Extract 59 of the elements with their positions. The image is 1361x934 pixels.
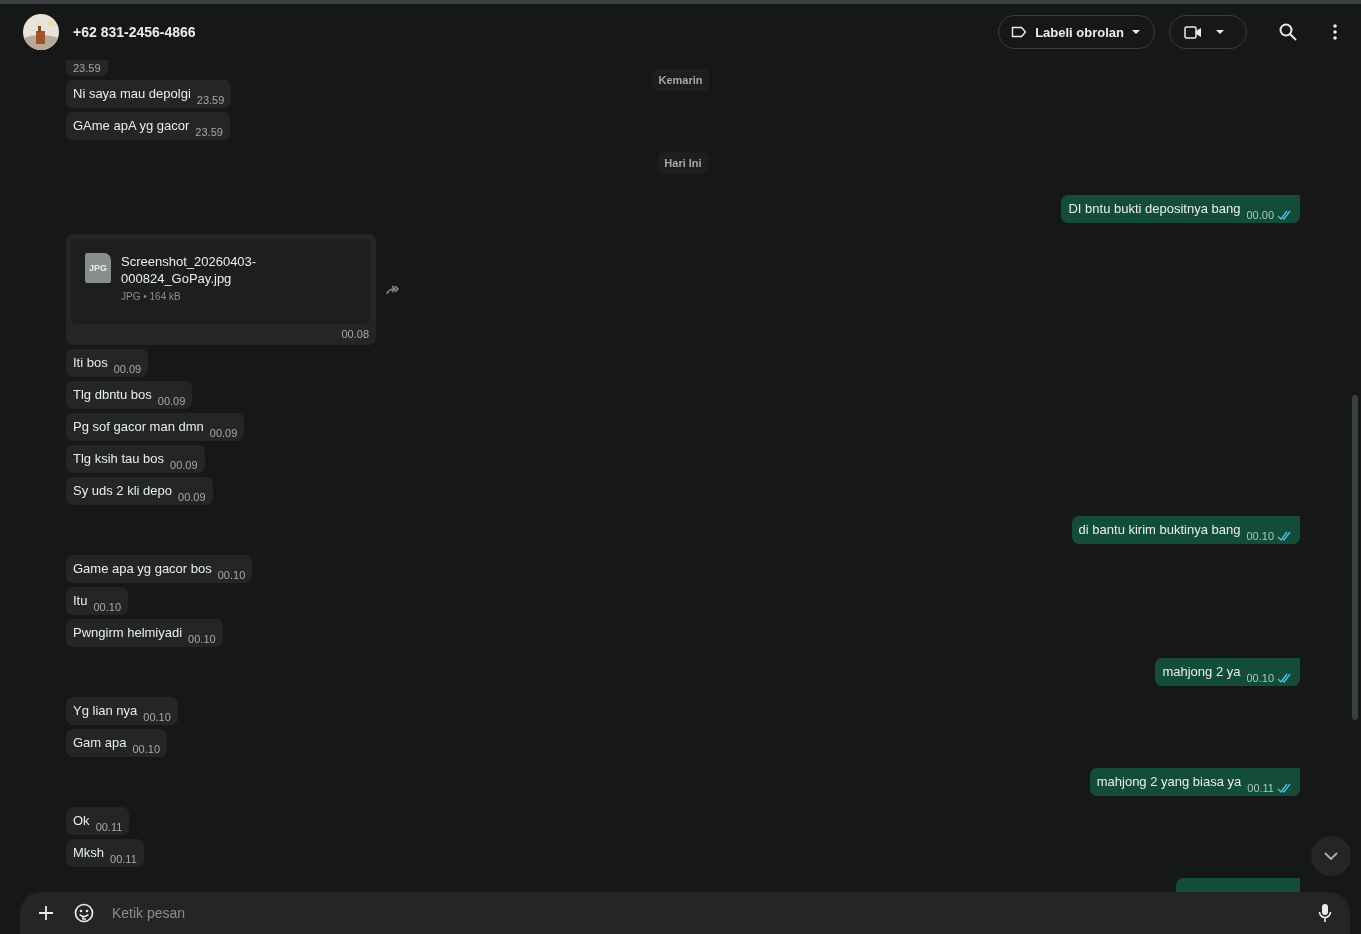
message-text: Tlg dbntu bos: [73, 387, 152, 403]
search-icon: [1279, 23, 1297, 41]
message-time: 00.09: [209, 427, 238, 439]
message-time: 00.09: [113, 363, 142, 375]
message-time: 23.59: [73, 62, 101, 74]
file-name: Screenshot_20260403-000824_GoPay.jpg: [121, 253, 258, 287]
message-text: Iti bos: [73, 355, 108, 371]
message-text: di bantu kirim buktinya bang: [1078, 522, 1241, 538]
file-icon: JPG: [85, 253, 111, 283]
file-meta: JPG • 164 kB: [121, 291, 182, 302]
microphone-icon: [1318, 903, 1332, 923]
message-time: 00.10: [1246, 672, 1293, 684]
message-composer[interactable]: Ketik pesan: [20, 892, 1350, 934]
scrollbar-thumb[interactable]: [1352, 395, 1358, 720]
message-text: Itu: [73, 593, 88, 609]
message-text: Yg lian nya: [73, 703, 138, 719]
message-time: 00.11: [110, 853, 137, 865]
message-time: 00.09: [178, 491, 206, 503]
label-icon: [1011, 26, 1028, 38]
message-text: Sy uds 2 kli depo: [73, 483, 172, 499]
message-text: mahjong 2 yang biasa ya: [1096, 774, 1242, 790]
message-text: Ok: [73, 813, 90, 829]
message-time: 00.08: [340, 327, 370, 340]
message-text: DI bntu bukti depositnya bang: [1068, 201, 1241, 217]
message-time: 00.09: [157, 395, 186, 407]
sticker-icon: [74, 903, 94, 923]
message-time: 00.11: [95, 821, 123, 833]
video-icon: [1184, 25, 1202, 39]
message-text: Gam apa: [73, 735, 127, 751]
chevron-down-icon: [1324, 852, 1338, 860]
message-text: Tlg ksih tau bos: [73, 451, 165, 467]
caret-icon: [1216, 29, 1224, 35]
caret-icon: [1132, 29, 1140, 35]
message-time: 23.59: [196, 94, 225, 106]
message-time: 00.10: [143, 711, 171, 723]
message-time: 00.10: [93, 601, 121, 613]
more-options-icon: [1333, 24, 1337, 40]
message-time: 00.10: [132, 743, 160, 755]
message-input-field[interactable]: Ketik pesan: [110, 904, 1302, 922]
message-time: 00.10: [188, 633, 216, 645]
plus-icon: [38, 905, 54, 921]
message-text: Ni saya mau depolgi: [73, 86, 191, 102]
message-text: Pg sof gacor man dmn: [73, 419, 204, 435]
contact-name: +62 831-2456-4866: [73, 24, 197, 40]
message-text: Mksh: [73, 845, 105, 861]
message-time: 00.11: [1247, 782, 1293, 794]
date-chip: Kemarin: [652, 69, 709, 91]
message-time: 00.10: [217, 569, 246, 581]
message-text: mahjong 2 ya: [1162, 664, 1241, 680]
message-time: 00.00: [1246, 209, 1293, 221]
message-text: Game apa yg gacor bos: [73, 561, 212, 577]
message-text: GAme apA yg gacor: [73, 118, 190, 134]
scroll-down-button[interactable]: [1311, 836, 1351, 876]
message-time: 00.09: [170, 459, 198, 471]
message-time: 23.59: [195, 126, 223, 138]
date-chip: Hari Ini: [658, 152, 708, 174]
file-message-bubble[interactable]: JPG Screenshot_20260403-000824_GoPay.jpg JPG • 164 kB 00.08: [66, 234, 376, 345]
message-time: 00.10: [1246, 530, 1293, 542]
message-text: Pwngirm helmiyadi: [73, 625, 183, 641]
